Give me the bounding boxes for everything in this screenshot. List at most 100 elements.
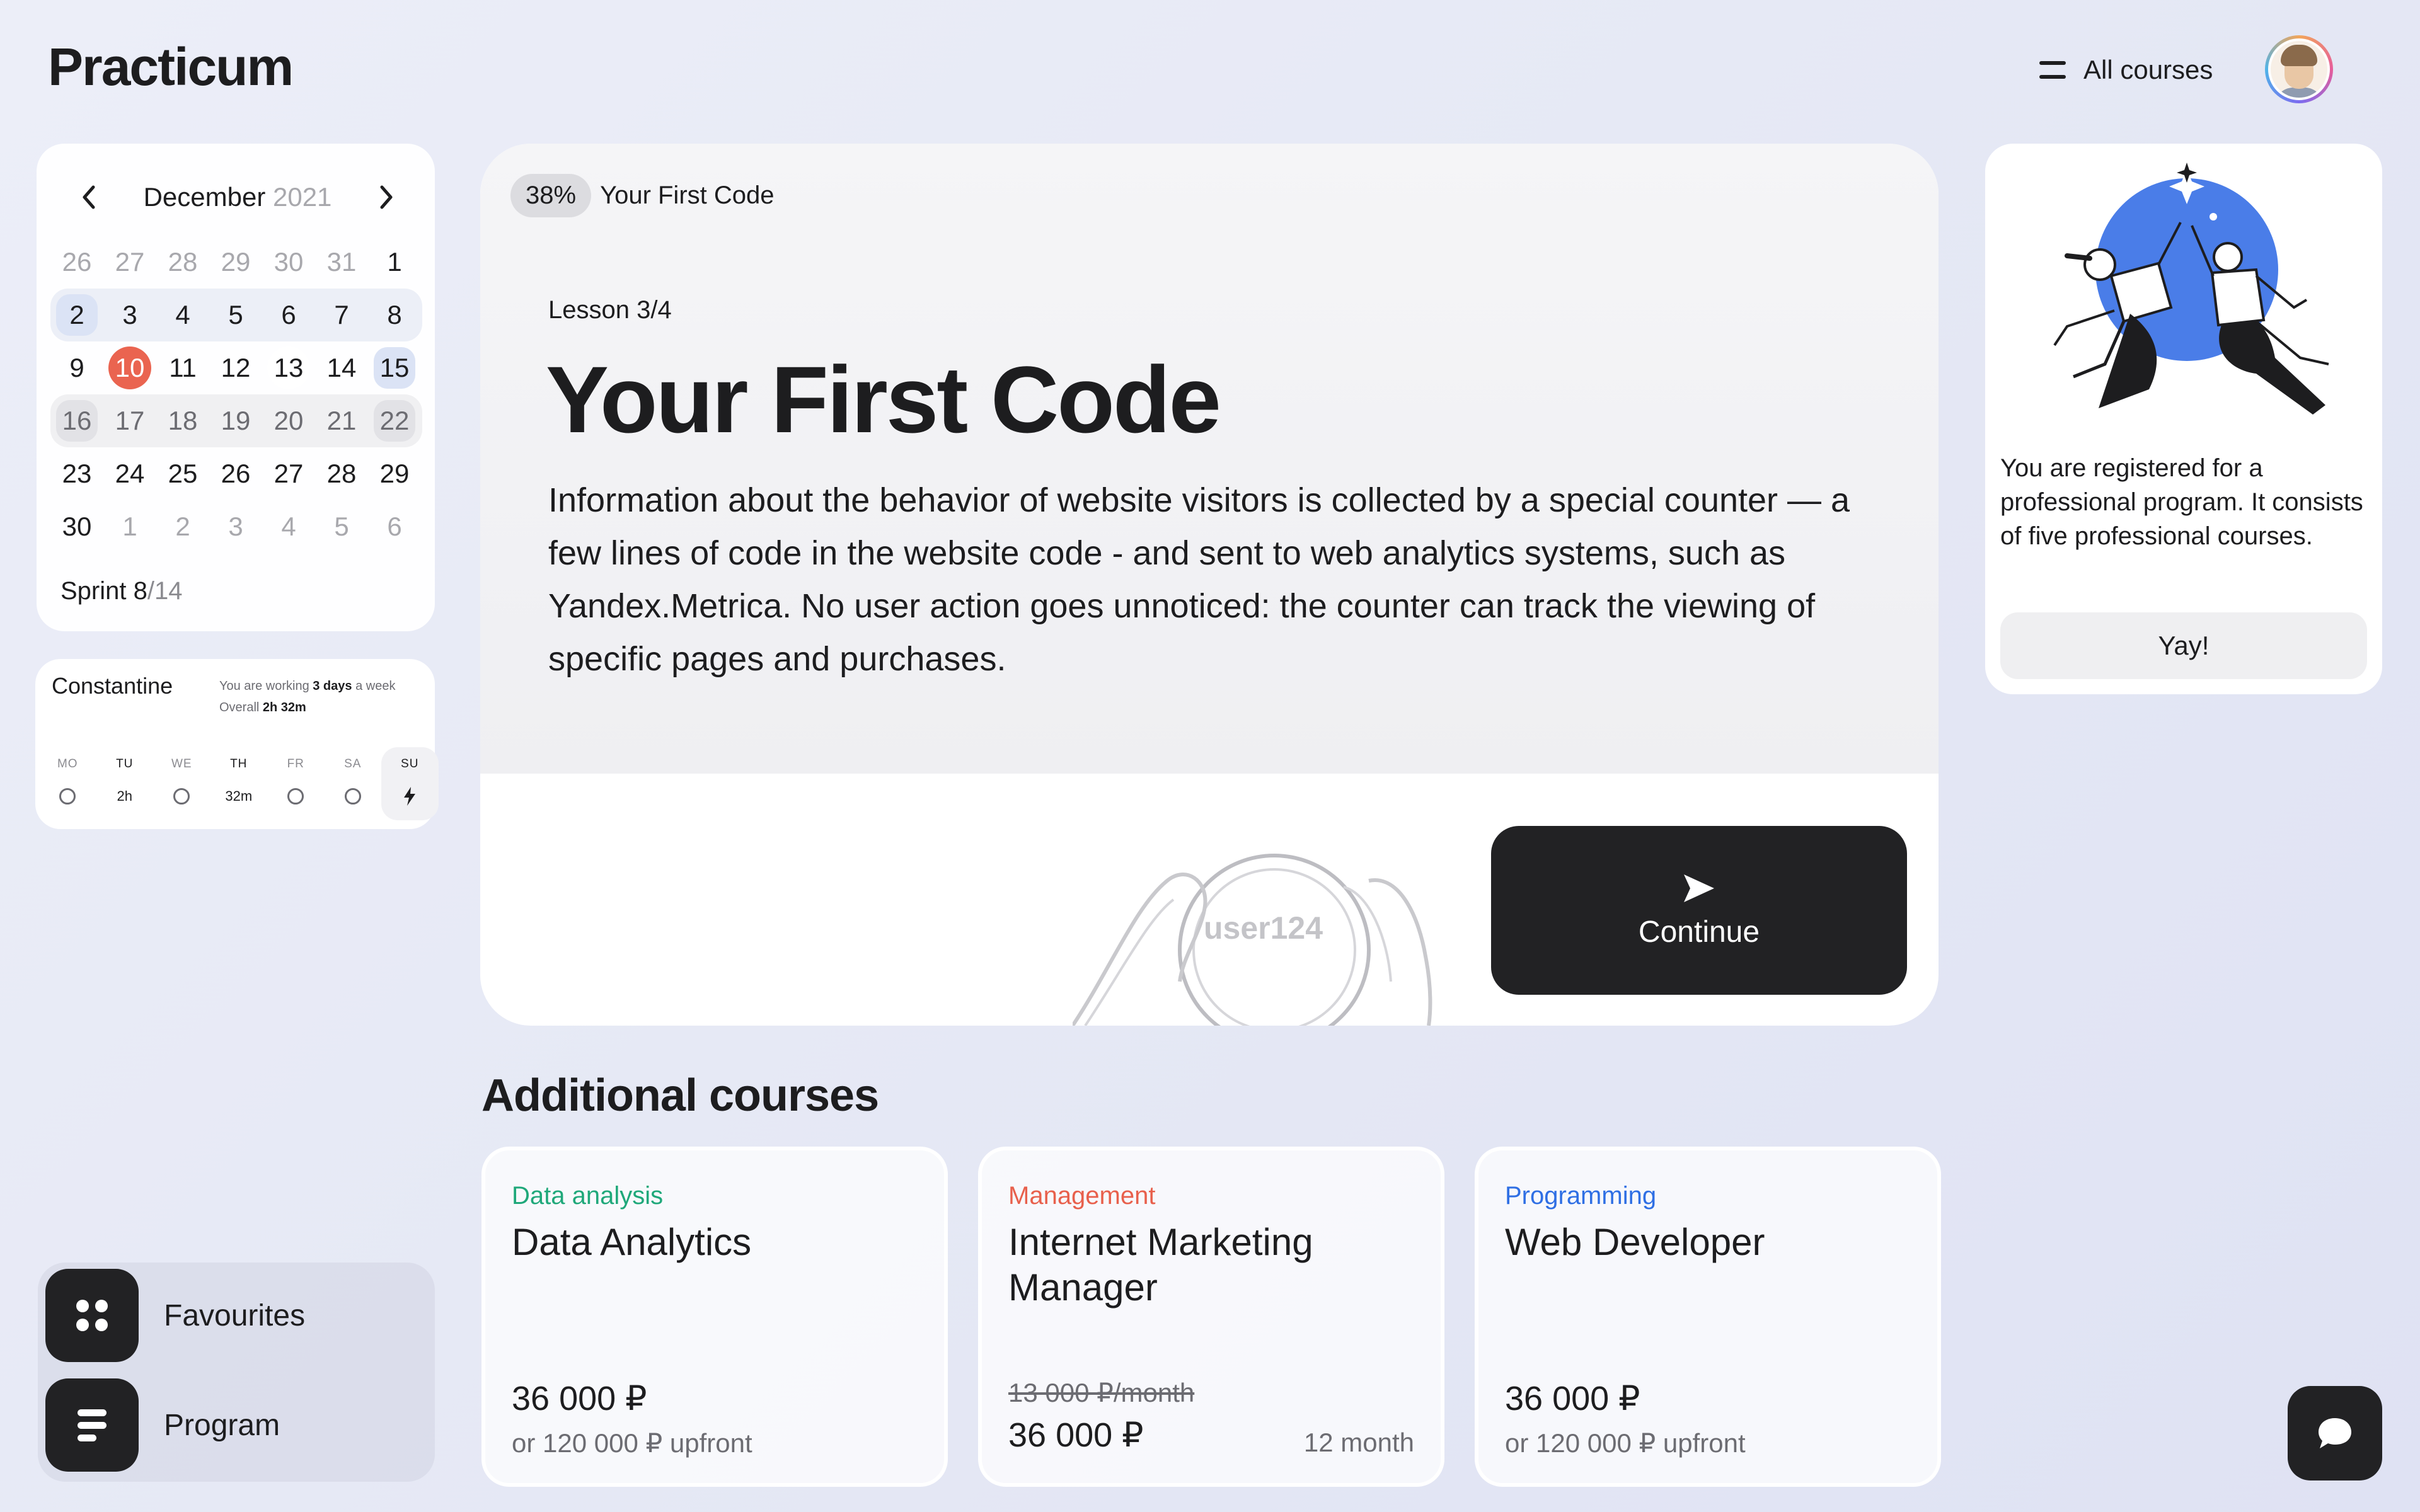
lesson-description: Information about the behavior of websit… <box>548 481 1850 678</box>
working-prefix: You are working <box>219 679 313 693</box>
calendar-month: December 2021 <box>144 182 332 212</box>
all-courses-button[interactable]: All courses <box>2039 54 2213 86</box>
course-card-data-analytics[interactable]: Data analysis Data Analytics 36 000 ₽ or… <box>481 1147 948 1487</box>
chat-button[interactable] <box>2288 1386 2382 1480</box>
chevron-right-icon[interactable] <box>373 185 398 210</box>
calendar-day[interactable]: 12 <box>209 341 262 394</box>
calendar-day[interactable]: 17 <box>103 394 156 447</box>
activity-day: WE <box>153 747 210 820</box>
calendar-day[interactable]: 15 <box>368 341 421 394</box>
nav-program-label: Program <box>164 1408 280 1442</box>
course-name: Data Analytics <box>512 1221 752 1263</box>
additional-courses-title: Additional courses <box>481 1070 879 1121</box>
calendar-day[interactable]: 1 <box>368 236 421 289</box>
calendar-day[interactable]: 5 <box>209 289 262 341</box>
yay-button[interactable]: Yay! <box>2000 612 2367 679</box>
calendar-day-number: 15 <box>374 347 415 389</box>
calendar-day[interactable]: 26 <box>50 236 103 289</box>
calendar-day[interactable]: 6 <box>262 289 315 341</box>
calendar-day[interactable]: 14 <box>315 341 368 394</box>
activity-day-label: SU <box>401 757 419 770</box>
calendar-day[interactable]: 4 <box>262 500 315 553</box>
calendar-day[interactable]: 2 <box>156 500 209 553</box>
calendar-day[interactable]: 8 <box>368 289 421 341</box>
chevron-left-icon[interactable] <box>77 185 102 210</box>
calendar-day[interactable]: 25 <box>156 447 209 500</box>
overall-prefix: Overall <box>219 701 263 714</box>
activity-day-label: MO <box>57 757 78 770</box>
calendar-day[interactable]: 23 <box>50 447 103 500</box>
calendar-day[interactable]: 24 <box>103 447 156 500</box>
sprint-counter: Sprint 8/14 <box>60 577 182 605</box>
grid-dots-icon <box>45 1269 139 1362</box>
calendar-day[interactable]: 2 <box>50 289 103 341</box>
calendar-day[interactable]: 28 <box>156 236 209 289</box>
chat-bubble-icon <box>2319 1418 2351 1448</box>
activity-day-time: 2h <box>117 788 132 804</box>
activity-card: Constantine You are working 3 days a wee… <box>35 659 439 829</box>
activity-day-label: WE <box>171 757 192 770</box>
high-five-illustration <box>2053 163 2329 415</box>
nav-program[interactable]: Program <box>45 1378 280 1472</box>
month-name: December <box>143 182 266 212</box>
avatar-photo <box>2268 38 2330 100</box>
calendar-day[interactable]: 29 <box>368 447 421 500</box>
student-name: Constantine <box>52 673 173 699</box>
sprint-total: /14 <box>147 577 183 605</box>
calendar-day[interactable]: 16 <box>50 394 103 447</box>
working-suffix: a week <box>352 679 396 693</box>
calendar-day[interactable]: 18 <box>156 394 209 447</box>
play-arrow-icon <box>1684 874 1714 902</box>
continue-label: Continue <box>1638 915 1760 949</box>
nav-favourites-label: Favourites <box>164 1298 306 1332</box>
calendar-week: 26 27 28 29 30 31 1 <box>50 236 422 289</box>
calendar-day[interactable]: 3 <box>209 500 262 553</box>
activity-day-label: FR <box>287 757 304 770</box>
lesson-breadcrumb[interactable]: 38% Your First Code <box>510 174 775 217</box>
calendar-day[interactable]: 28 <box>315 447 368 500</box>
lesson-number: Lesson 3/4 <box>548 296 672 324</box>
calendar-day[interactable]: 5 <box>315 500 368 553</box>
calendar-week: 2345678 <box>50 289 422 341</box>
course-card-marketing[interactable]: Management Internet Marketing Manager 13… <box>978 1147 1444 1487</box>
activity-day: SU <box>381 747 439 820</box>
calendar-week: 30 1 2 3 4 5 6 <box>50 500 422 553</box>
calendar-day[interactable]: 20 <box>262 394 315 447</box>
calendar-day[interactable]: 21 <box>315 394 368 447</box>
calendar-day[interactable]: 11 <box>156 341 209 394</box>
calendar-week: 23 24 25 26 27 28 29 <box>50 447 422 500</box>
course-price: 36 000 ₽ <box>512 1380 647 1418</box>
activity-summary: You are working 3 days a week Overall 2h… <box>219 675 395 718</box>
course-category: Programming <box>1505 1182 1657 1210</box>
course-price: 36 000 ₽ <box>1505 1380 1640 1418</box>
calendar-day[interactable]: 7 <box>315 289 368 341</box>
calendar-day[interactable]: 19 <box>209 394 262 447</box>
calendar-day-number: 22 <box>374 400 415 442</box>
nav-favourites[interactable]: Favourites <box>45 1269 305 1362</box>
course-old-price: 13 000 ₽/month <box>1008 1378 1195 1407</box>
course-category: Management <box>1008 1182 1156 1210</box>
calendar-day[interactable]: 4 <box>156 289 209 341</box>
logo[interactable]: Practicum <box>48 37 294 98</box>
all-courses-label: All courses <box>2083 55 2213 84</box>
calendar-day[interactable]: 27 <box>262 447 315 500</box>
continue-button[interactable]: Continue <box>1491 826 1907 995</box>
user-avatar[interactable] <box>2265 35 2333 103</box>
calendar-day[interactable]: 26 <box>209 447 262 500</box>
calendar-day[interactable]: 31 <box>315 236 368 289</box>
lightning-icon <box>403 785 417 808</box>
calendar-day[interactable]: 22 <box>368 394 421 447</box>
activity-day: FR <box>267 747 325 820</box>
calendar-day[interactable]: 10 <box>103 341 156 394</box>
calendar-day[interactable]: 30 <box>262 236 315 289</box>
calendar-day[interactable]: 30 <box>50 500 103 553</box>
calendar-day[interactable]: 29 <box>209 236 262 289</box>
calendar-day[interactable]: 27 <box>103 236 156 289</box>
calendar-day[interactable]: 6 <box>368 500 421 553</box>
calendar-day[interactable]: 13 <box>262 341 315 394</box>
calendar-day[interactable]: 3 <box>103 289 156 341</box>
calendar-day[interactable]: 9 <box>50 341 103 394</box>
calendar-day[interactable]: 1 <box>103 500 156 553</box>
empty-day-icon <box>59 785 76 808</box>
course-card-web-developer[interactable]: Programming Web Developer 36 000 ₽ or 12… <box>1475 1147 1941 1487</box>
